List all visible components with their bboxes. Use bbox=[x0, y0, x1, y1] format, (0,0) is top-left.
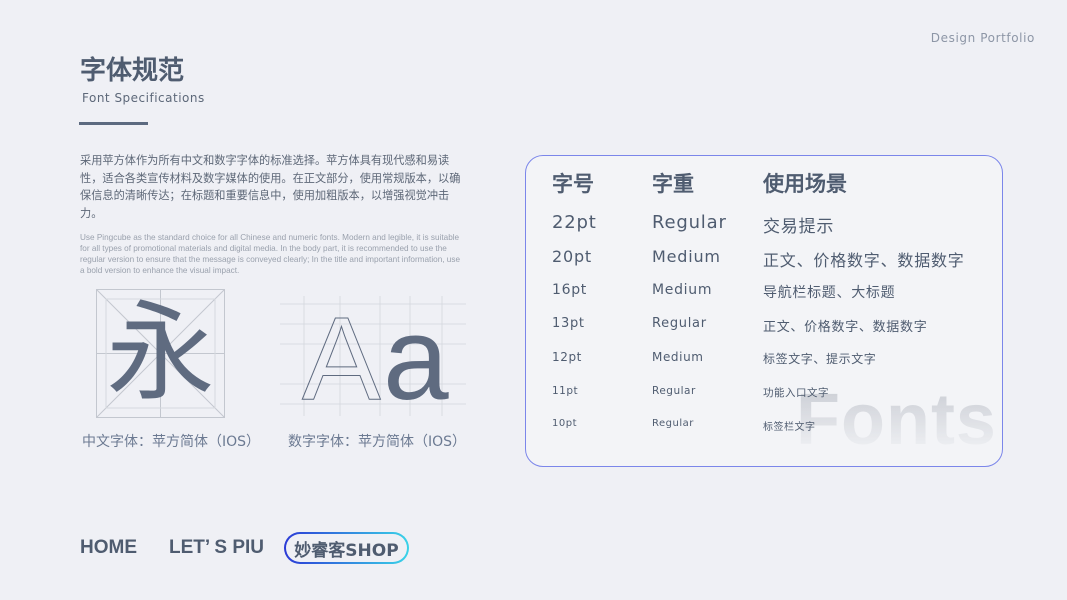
latin-glyph-specimen: A a bbox=[280, 296, 466, 416]
row-weight: Regular bbox=[652, 385, 696, 397]
row-size: 13pt bbox=[552, 316, 585, 331]
header-usage: 使用场景 bbox=[763, 172, 847, 196]
row-size: 12pt bbox=[552, 350, 582, 364]
description-chinese: 采用苹方体作为所有中文和数字字体的标准选择。苹方体具有现代感和易读性，适合各类宣… bbox=[80, 154, 461, 220]
nav-home-link[interactable]: HOME bbox=[80, 537, 137, 559]
font-spec-card: Fonts 字号 字重 使用场景 22pt Regular 交易提示 20pt … bbox=[525, 155, 1003, 467]
latin-lowercase-glyph: a bbox=[383, 296, 449, 416]
row-usage: 正文、价格数字、数据数字 bbox=[763, 251, 965, 270]
nav-shop-button[interactable]: 妙睿客SHOP bbox=[284, 532, 409, 564]
page-subtitle: Font Specifications bbox=[82, 91, 205, 105]
header-weight: 字重 bbox=[652, 172, 694, 196]
nav-lets-piu-link[interactable]: LET’ S PIU bbox=[169, 537, 264, 559]
row-weight: Regular bbox=[652, 418, 694, 429]
row-weight: Medium bbox=[652, 282, 713, 298]
description-english: Use Pingcube as the standard choice for … bbox=[80, 233, 461, 275]
row-weight: Medium bbox=[652, 350, 704, 364]
row-size: 22pt bbox=[552, 212, 597, 233]
latin-uppercase-glyph: A bbox=[302, 296, 382, 417]
bottom-navigation: HOME LET’ S PIU bbox=[0, 537, 1067, 561]
row-usage: 功能入口文字 bbox=[763, 387, 829, 399]
row-size: 10pt bbox=[552, 418, 577, 429]
chinese-font-caption: 中文字体：苹方简体（IOS） bbox=[82, 434, 261, 450]
numeric-font-caption: 数字字体：苹方简体（IOS） bbox=[288, 434, 467, 450]
brand-label: Design Portfolio bbox=[930, 31, 1035, 45]
chinese-glyph-specimen: 永 bbox=[96, 289, 225, 418]
page-title: 字体规范 bbox=[80, 56, 185, 86]
row-weight: Medium bbox=[652, 247, 721, 266]
row-size: 20pt bbox=[552, 247, 592, 266]
chinese-glyph: 永 bbox=[106, 290, 215, 416]
row-size: 16pt bbox=[552, 282, 587, 298]
row-usage: 交易提示 bbox=[763, 217, 835, 237]
row-usage: 正文、价格数字、数据数字 bbox=[763, 320, 928, 335]
header-size: 字号 bbox=[552, 172, 594, 196]
row-usage: 导航栏标题、大标题 bbox=[763, 285, 896, 301]
row-size: 11pt bbox=[552, 385, 579, 397]
row-weight: Regular bbox=[652, 212, 727, 233]
title-underline bbox=[79, 122, 148, 125]
row-weight: Regular bbox=[652, 316, 707, 331]
row-usage: 标签文字、提示文字 bbox=[763, 352, 877, 366]
row-usage: 标签栏文字 bbox=[763, 422, 816, 433]
